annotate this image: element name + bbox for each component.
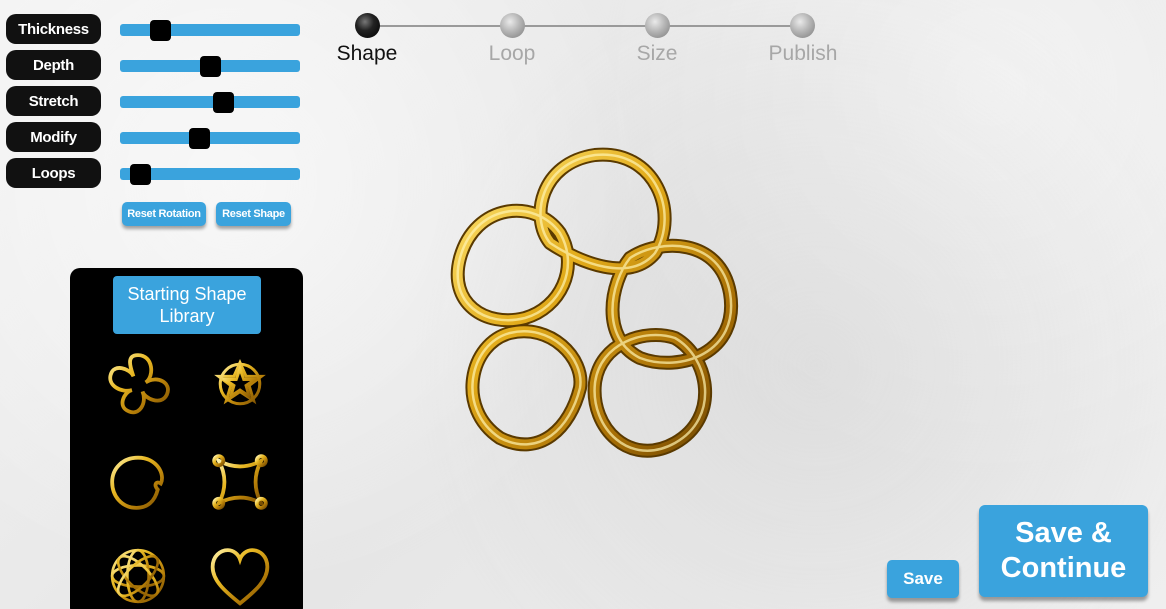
step-dot-shape[interactable] — [355, 13, 380, 38]
save-button[interactable]: Save — [887, 560, 959, 598]
step-dot-size[interactable] — [645, 13, 670, 38]
circle-loop-icon[interactable] — [100, 444, 176, 520]
slider-track-depth[interactable] — [120, 56, 300, 77]
slider-thumb-thickness[interactable] — [149, 20, 171, 41]
slider-loops: Loops — [6, 158, 306, 188]
heart-icon[interactable] — [202, 538, 278, 609]
slider-thumb-modify[interactable] — [189, 128, 211, 149]
slider-thumb-stretch[interactable] — [212, 92, 234, 113]
slider-label-modify: Modify — [6, 122, 101, 152]
slider-thumb-loops[interactable] — [129, 164, 151, 185]
save-continue-line1: Save & — [1015, 517, 1112, 549]
shape-library-title-line1: Starting Shape — [127, 284, 247, 304]
shape-library-title-line2: Library — [159, 306, 215, 326]
slider-stretch: Stretch — [6, 86, 306, 116]
slider-track-loops[interactable] — [120, 164, 300, 185]
slider-track-modify[interactable] — [120, 128, 300, 149]
knot-preview[interactable] — [430, 143, 760, 473]
step-dot-publish[interactable] — [790, 13, 815, 38]
step-label-publish[interactable]: Publish — [743, 42, 863, 66]
slider-label-thickness: Thickness — [6, 14, 101, 44]
slider-thickness: Thickness — [6, 14, 306, 44]
shape-library-title[interactable]: Starting Shape Library — [113, 276, 261, 334]
slider-label-stretch: Stretch — [6, 86, 101, 116]
slider-modify: Modify — [6, 122, 306, 152]
step-label-shape[interactable]: Shape — [307, 42, 427, 66]
reset-shape-button[interactable]: Reset Shape — [216, 202, 291, 226]
save-continue-button[interactable]: Save & Continue — [979, 505, 1148, 597]
step-dot-loop[interactable] — [500, 13, 525, 38]
square-loop-icon[interactable] — [202, 444, 278, 520]
slider-track-stretch[interactable] — [120, 92, 300, 113]
slider-label-depth: Depth — [6, 50, 101, 80]
shape-library-panel: Starting Shape Library — [70, 268, 303, 609]
slider-thumb-depth[interactable] — [200, 56, 221, 77]
star-knot-icon[interactable] — [202, 346, 278, 422]
step-label-loop[interactable]: Loop — [452, 42, 572, 66]
reset-rotation-button[interactable]: Reset Rotation — [122, 202, 206, 226]
woven-sphere-icon[interactable] — [100, 538, 176, 609]
slider-label-loops: Loops — [6, 158, 101, 188]
slider-depth: Depth — [6, 50, 306, 80]
pentafoil-knot-icon[interactable] — [100, 346, 176, 422]
slider-track-thickness[interactable] — [120, 20, 300, 41]
progress-line — [367, 25, 803, 27]
step-label-size[interactable]: Size — [597, 42, 717, 66]
save-continue-line2: Continue — [1000, 552, 1127, 584]
